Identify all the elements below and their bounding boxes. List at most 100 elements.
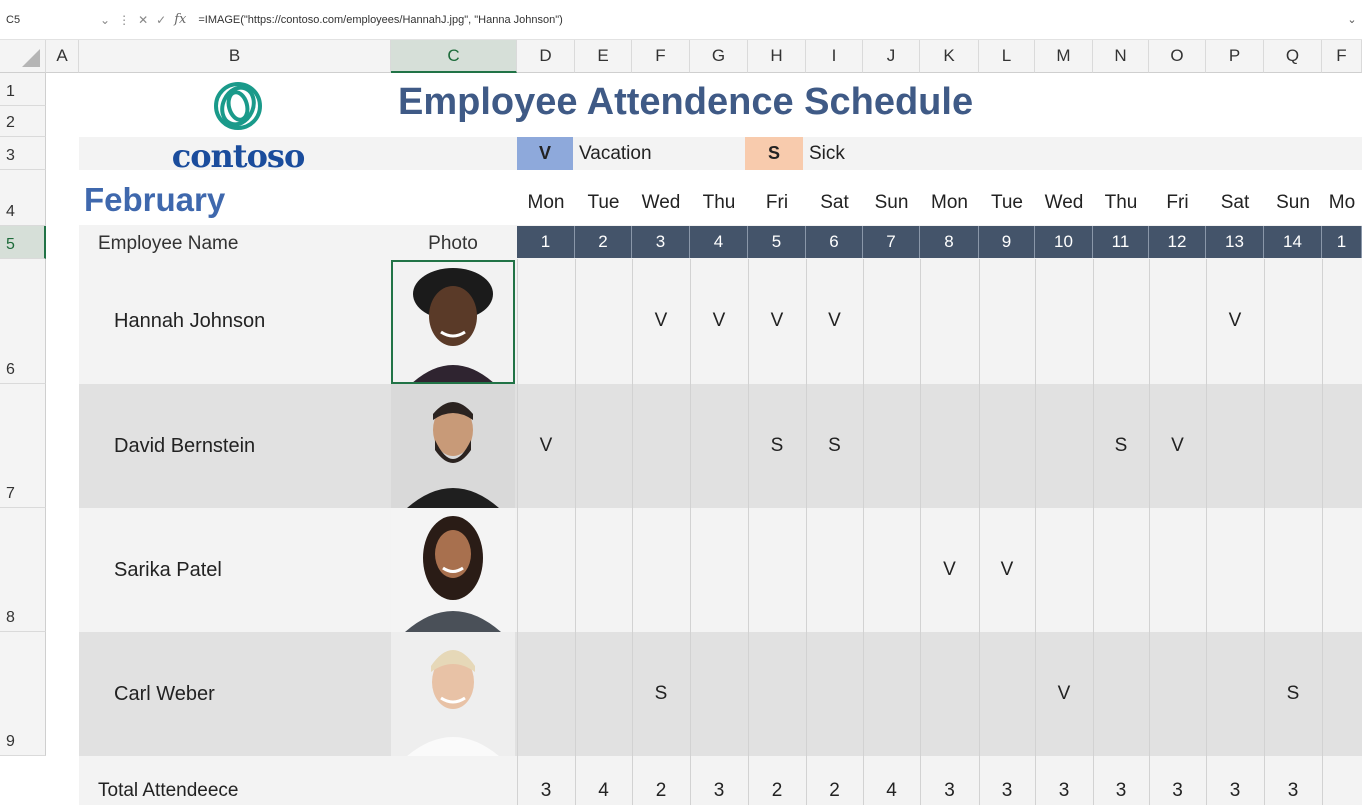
select-all-corner[interactable] xyxy=(0,40,46,73)
column-header[interactable]: A xyxy=(46,40,79,73)
column-header[interactable]: E xyxy=(575,40,632,73)
total-value[interactable]: 3 xyxy=(1093,773,1149,805)
total-value[interactable]: 2 xyxy=(806,773,863,805)
employee-row-bg xyxy=(79,632,1362,756)
column-header[interactable]: O xyxy=(1149,40,1206,73)
employee-photo[interactable] xyxy=(391,384,515,508)
column-header[interactable]: B xyxy=(79,40,391,73)
attendance-cell[interactable]: V xyxy=(806,259,863,383)
attendance-cell[interactable]: S xyxy=(748,384,806,508)
column-header[interactable]: L xyxy=(979,40,1035,73)
employee-name[interactable]: Hannah Johnson xyxy=(114,259,265,383)
attendance-cell[interactable]: S xyxy=(1093,384,1149,508)
attendance-cell[interactable]: V xyxy=(1035,632,1093,756)
total-value[interactable]: 3 xyxy=(517,773,575,805)
column-header[interactable]: G xyxy=(690,40,748,73)
total-value[interactable]: 3 xyxy=(1035,773,1093,805)
column-header[interactable]: M xyxy=(1035,40,1093,73)
date-cell[interactable]: 14 xyxy=(1264,226,1322,258)
employee-photo[interactable] xyxy=(391,632,515,756)
attendance-cell[interactable]: S xyxy=(1264,632,1322,756)
date-cell[interactable]: 12 xyxy=(1149,226,1206,258)
date-cell[interactable]: 1 xyxy=(1322,226,1362,258)
total-value[interactable]: 3 xyxy=(920,773,979,805)
cancel-icon[interactable]: ✕ xyxy=(138,13,148,27)
date-cell[interactable]: 6 xyxy=(806,226,863,258)
total-value[interactable]: 3 xyxy=(1149,773,1206,805)
date-cell[interactable]: 10 xyxy=(1035,226,1093,258)
day-name: Sat xyxy=(1220,192,1250,213)
total-value[interactable]: 4 xyxy=(575,773,632,805)
row-header[interactable]: 8 xyxy=(0,508,46,632)
column-header[interactable]: F xyxy=(1322,40,1362,73)
attendance-cell[interactable]: V xyxy=(748,259,806,383)
grid-line xyxy=(863,259,864,805)
attendance-cell[interactable]: V xyxy=(517,384,575,508)
attendance-cell[interactable]: V xyxy=(690,259,748,383)
row-header[interactable]: 9 xyxy=(0,632,46,756)
date-cell[interactable]: 7 xyxy=(863,226,920,258)
total-value[interactable]: 3 xyxy=(1264,773,1322,805)
total-value[interactable]: 2 xyxy=(748,773,806,805)
legend-sick-code: S xyxy=(745,137,803,170)
employee-name[interactable]: Carl Weber xyxy=(114,632,215,756)
column-header[interactable]: D xyxy=(517,40,575,73)
date-cell[interactable]: 5 xyxy=(748,226,806,258)
row-headers: 123456789 xyxy=(0,73,46,805)
row-header[interactable]: 1 xyxy=(0,73,46,106)
contoso-logo: contoso xyxy=(98,80,378,175)
column-header[interactable]: F xyxy=(632,40,690,73)
column-header[interactable]: K xyxy=(920,40,979,73)
column-header[interactable]: J xyxy=(863,40,920,73)
employee-photo[interactable] xyxy=(391,508,515,632)
row-header[interactable]: 4 xyxy=(0,170,46,226)
worksheet[interactable]: contoso Employee Attendence Schedule V V… xyxy=(46,73,1362,805)
confirm-icon[interactable]: ✓ xyxy=(156,13,166,27)
column-header[interactable]: Q xyxy=(1264,40,1322,73)
name-box[interactable]: C5 xyxy=(0,0,100,39)
column-header[interactable]: H xyxy=(748,40,806,73)
total-value[interactable]: 2 xyxy=(632,773,690,805)
date-cell[interactable]: 11 xyxy=(1093,226,1149,258)
more-options-icon[interactable]: ⋮ xyxy=(118,13,130,27)
attendance-cell[interactable]: V xyxy=(920,508,979,632)
column-header[interactable]: N xyxy=(1093,40,1149,73)
grid-line xyxy=(1093,259,1094,805)
column-header[interactable]: C xyxy=(391,40,517,73)
fx-icon[interactable]: fx xyxy=(174,12,186,27)
day-name: Mo xyxy=(1328,192,1356,213)
row-header[interactable]: 5 xyxy=(0,226,46,259)
attendance-cell[interactable]: V xyxy=(979,508,1035,632)
attendance-cell[interactable]: S xyxy=(632,632,690,756)
formula-input[interactable]: =IMAGE("https://contoso.com/employees/Ha… xyxy=(186,14,1342,26)
date-cell[interactable]: 4 xyxy=(690,226,748,258)
attendance-cell[interactable]: V xyxy=(632,259,690,383)
row-header[interactable]: 7 xyxy=(0,384,46,508)
date-cell[interactable]: 13 xyxy=(1206,226,1264,258)
column-header[interactable]: P xyxy=(1206,40,1264,73)
date-cell[interactable]: 9 xyxy=(979,226,1035,258)
total-value[interactable]: 3 xyxy=(1206,773,1264,805)
date-cell[interactable]: 2 xyxy=(575,226,632,258)
day-name: Thu xyxy=(702,192,736,213)
employee-name[interactable]: Sarika Patel xyxy=(114,508,222,632)
attendance-cell[interactable]: S xyxy=(806,384,863,508)
date-cell[interactable]: 8 xyxy=(920,226,979,258)
expand-formula-icon[interactable]: ⌄ xyxy=(1342,13,1362,26)
total-value[interactable]: 4 xyxy=(863,773,920,805)
total-value[interactable]: 3 xyxy=(979,773,1035,805)
date-cell[interactable]: 1 xyxy=(517,226,575,258)
chevron-down-icon[interactable]: ⌄ xyxy=(100,13,110,27)
day-name: Sun xyxy=(1276,192,1310,213)
row-header[interactable]: 2 xyxy=(0,106,46,137)
avatar-icon xyxy=(391,384,515,508)
employee-name[interactable]: David Bernstein xyxy=(114,384,255,508)
column-header[interactable]: I xyxy=(806,40,863,73)
attendance-cell[interactable]: V xyxy=(1206,259,1264,383)
row-header[interactable]: 6 xyxy=(0,259,46,384)
total-value[interactable]: 3 xyxy=(690,773,748,805)
row-header[interactable]: 3 xyxy=(0,137,46,170)
attendance-cell[interactable]: V xyxy=(1149,384,1206,508)
date-cell[interactable]: 3 xyxy=(632,226,690,258)
employee-photo[interactable] xyxy=(391,260,515,384)
